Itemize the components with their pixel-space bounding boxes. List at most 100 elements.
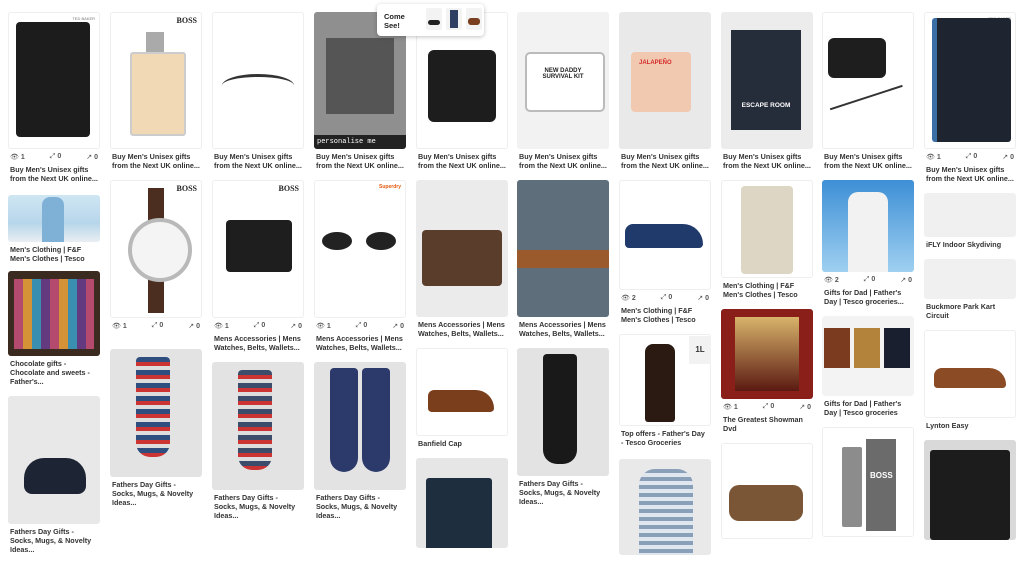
pin-card[interactable]: ESCAPE ROOM Buy Men's Unisex gifts from … — [721, 12, 813, 170]
pin-card[interactable]: Mens Accessories | Mens Watches, Belts, … — [517, 180, 609, 338]
pin-image[interactable] — [822, 180, 914, 272]
pin-image[interactable]: TED BAKER — [924, 12, 1016, 149]
pin-title[interactable]: iFLY Indoor Skydiving — [924, 240, 1016, 249]
pin-image[interactable] — [212, 12, 304, 149]
pin-card[interactable]: TED BAKER 👁 1 ⤢ 0 ↗ 0 Buy Men's Unisex g… — [924, 12, 1016, 183]
pin-card[interactable]: 1L Top offers - Father's Day - Tesco Gro… — [619, 334, 711, 447]
pin-image[interactable] — [517, 348, 609, 476]
pin-card[interactable]: JALAPEÑO Buy Men's Unisex gifts from the… — [619, 12, 711, 170]
pin-card[interactable]: BOSS Buy Men's Unisex gifts from the Nex… — [110, 12, 202, 170]
pin-card[interactable]: Chocolate gifts - Chocolate and sweets -… — [8, 271, 100, 386]
pin-image[interactable] — [212, 362, 304, 490]
pin-title[interactable]: Fathers Day Gifts - Socks, Mugs, & Novel… — [517, 479, 609, 506]
pin-title[interactable]: Top offers - Father's Day - Tesco Grocer… — [619, 429, 711, 447]
pin-title[interactable]: Gifts for Dad | Father's Day | Tesco gro… — [822, 288, 914, 306]
pin-card[interactable]: Fathers Day Gifts - Socks, Mugs, & Novel… — [212, 362, 304, 520]
pin-card[interactable]: Men's Clothing | F&F Men's Clothes | Tes… — [8, 195, 100, 263]
pin-card[interactable]: iFLY Indoor Skydiving — [924, 193, 1016, 249]
pin-image[interactable] — [721, 180, 813, 278]
pin-card[interactable] — [721, 443, 813, 539]
pin-title[interactable]: Buy Men's Unisex gifts from the Next UK … — [924, 165, 1016, 183]
pin-image[interactable] — [8, 195, 100, 242]
pin-title[interactable]: Buckmore Park Kart Circuit — [924, 302, 1016, 320]
pin-title[interactable]: Mens Accessories | Mens Watches, Belts, … — [314, 334, 406, 352]
pin-image[interactable] — [8, 396, 100, 524]
pin-card[interactable]: Mens Accessories | Mens Watches, Belts, … — [416, 180, 508, 338]
pin-card[interactable]: Fathers Day Gifts - Socks, Mugs, & Novel… — [314, 362, 406, 520]
pin-title[interactable]: Buy Men's Unisex gifts from the Next UK … — [8, 165, 100, 183]
pin-title[interactable]: Buy Men's Unisex gifts from the Next UK … — [416, 152, 508, 170]
pin-image[interactable] — [924, 440, 1016, 540]
popup-thumb-boots[interactable] — [466, 8, 482, 30]
pin-image[interactable]: BOSS — [110, 12, 202, 149]
pin-card[interactable]: TED BAKER 👁 1 ⤢ 0 ↗ 0 Buy Men's Unisex g… — [8, 12, 100, 183]
pin-card[interactable]: Superdry 👁 1 ⤢ 0 ↗ 0 Mens Accessories | … — [314, 180, 406, 352]
pin-card[interactable]: Buy Men's Unisex gifts from the Next UK … — [212, 12, 304, 170]
pin-image[interactable] — [619, 459, 711, 555]
pin-image[interactable]: Superdry — [314, 180, 406, 318]
pin-title[interactable]: Chocolate gifts - Chocolate and sweets -… — [8, 359, 100, 386]
pin-title[interactable]: Buy Men's Unisex gifts from the Next UK … — [822, 152, 914, 170]
pin-card[interactable]: 👁 2 ⤢ 0 ↗ 0 Men's Clothing | F&F Men's C… — [619, 180, 711, 324]
pin-title[interactable]: Buy Men's Unisex gifts from the Next UK … — [517, 152, 609, 170]
pin-title[interactable]: Buy Men's Unisex gifts from the Next UK … — [619, 152, 711, 170]
pin-card[interactable]: Buy Men's Unisex gifts from the Next UK … — [822, 12, 914, 170]
pin-card[interactable] — [619, 459, 711, 555]
pin-image[interactable] — [822, 12, 914, 149]
pin-title[interactable]: Gifts for Dad | Father's Day | Tesco gro… — [822, 399, 914, 417]
pin-title[interactable]: Mens Accessories | Mens Watches, Belts, … — [212, 334, 304, 352]
pin-image[interactable] — [924, 259, 1016, 299]
pin-card[interactable]: Fathers Day Gifts - Socks, Mugs, & Novel… — [110, 349, 202, 507]
pin-card[interactable]: Men's Clothing | F&F Men's Clothes | Tes… — [721, 180, 813, 299]
pin-title[interactable]: Fathers Day Gifts - Socks, Mugs, & Novel… — [110, 480, 202, 507]
come-see-popup[interactable]: Come See! — [377, 4, 484, 36]
pin-title[interactable]: Fathers Day Gifts - Socks, Mugs, & Novel… — [212, 493, 304, 520]
pin-card[interactable]: Buckmore Park Kart Circuit — [924, 259, 1016, 320]
pin-title[interactable]: Fathers Day Gifts - Socks, Mugs, & Novel… — [314, 493, 406, 520]
pin-image[interactable] — [924, 330, 1016, 418]
pin-card[interactable]: 👁 1 ⤢ 0 ↗ 0 The Greatest Showman Dvd — [721, 309, 813, 433]
pin-title[interactable]: Lynton Easy — [924, 421, 1016, 430]
pin-title[interactable]: Men's Clothing | F&F Men's Clothes | Tes… — [619, 306, 711, 324]
pin-card[interactable]: Fathers Day Gifts - Socks, Mugs, & Novel… — [8, 396, 100, 554]
pin-image[interactable]: TED BAKER — [8, 12, 100, 149]
pin-image[interactable]: BOSS — [110, 180, 202, 318]
pin-image[interactable] — [721, 443, 813, 539]
pin-image[interactable] — [924, 193, 1016, 237]
pin-card[interactable]: NEW DADDY SURVIVAL KIT Buy Men's Unisex … — [517, 12, 609, 170]
pin-title[interactable]: Buy Men's Unisex gifts from the Next UK … — [721, 152, 813, 170]
pin-card[interactable]: BOSS — [822, 427, 914, 537]
pin-image[interactable] — [110, 349, 202, 477]
pin-title[interactable]: Buy Men's Unisex gifts from the Next UK … — [110, 152, 202, 170]
pin-image[interactable] — [517, 180, 609, 317]
pin-image[interactable] — [822, 316, 914, 396]
pin-image[interactable] — [416, 458, 508, 548]
pin-image[interactable]: JALAPEÑO — [619, 12, 711, 149]
pin-image[interactable]: BOSS — [212, 180, 304, 318]
pin-image[interactable] — [416, 180, 508, 317]
pin-card[interactable]: Banfield Cap — [416, 348, 508, 448]
pin-image[interactable] — [314, 362, 406, 490]
popup-thumb-shoes[interactable] — [426, 8, 442, 30]
pin-card[interactable]: 👁 2 ⤢ 0 ↗ 0 Gifts for Dad | Father's Day… — [822, 180, 914, 306]
pin-card[interactable]: Gifts for Dad | Father's Day | Tesco gro… — [822, 316, 914, 417]
pin-title[interactable]: Fathers Day Gifts - Socks, Mugs, & Novel… — [8, 527, 100, 554]
pin-image[interactable] — [416, 348, 508, 436]
pin-image[interactable] — [8, 271, 100, 356]
pin-title[interactable]: Buy Men's Unisex gifts from the Next UK … — [212, 152, 304, 170]
pin-card[interactable]: BOSS 👁 1 ⤢ 0 ↗ 0 Mens Accessories | Mens… — [212, 180, 304, 352]
pin-card[interactable]: Lynton Easy — [924, 330, 1016, 430]
pin-title[interactable]: Mens Accessories | Mens Watches, Belts, … — [416, 320, 508, 338]
pin-image[interactable]: ESCAPE ROOM — [721, 12, 813, 149]
pin-card[interactable] — [416, 458, 508, 548]
pin-title[interactable]: Men's Clothing | F&F Men's Clothes | Tes… — [721, 281, 813, 299]
pin-image[interactable] — [619, 180, 711, 290]
pin-card[interactable]: Fathers Day Gifts - Socks, Mugs, & Novel… — [517, 348, 609, 506]
pin-title[interactable]: Buy Men's Unisex gifts from the Next UK … — [314, 152, 406, 170]
pin-title[interactable]: The Greatest Showman Dvd — [721, 415, 813, 433]
pin-image[interactable]: BOSS — [822, 427, 914, 537]
pin-image[interactable]: NEW DADDY SURVIVAL KIT — [517, 12, 609, 149]
pin-title[interactable]: Mens Accessories | Mens Watches, Belts, … — [517, 320, 609, 338]
pin-image[interactable] — [721, 309, 813, 399]
pin-card[interactable] — [924, 440, 1016, 540]
